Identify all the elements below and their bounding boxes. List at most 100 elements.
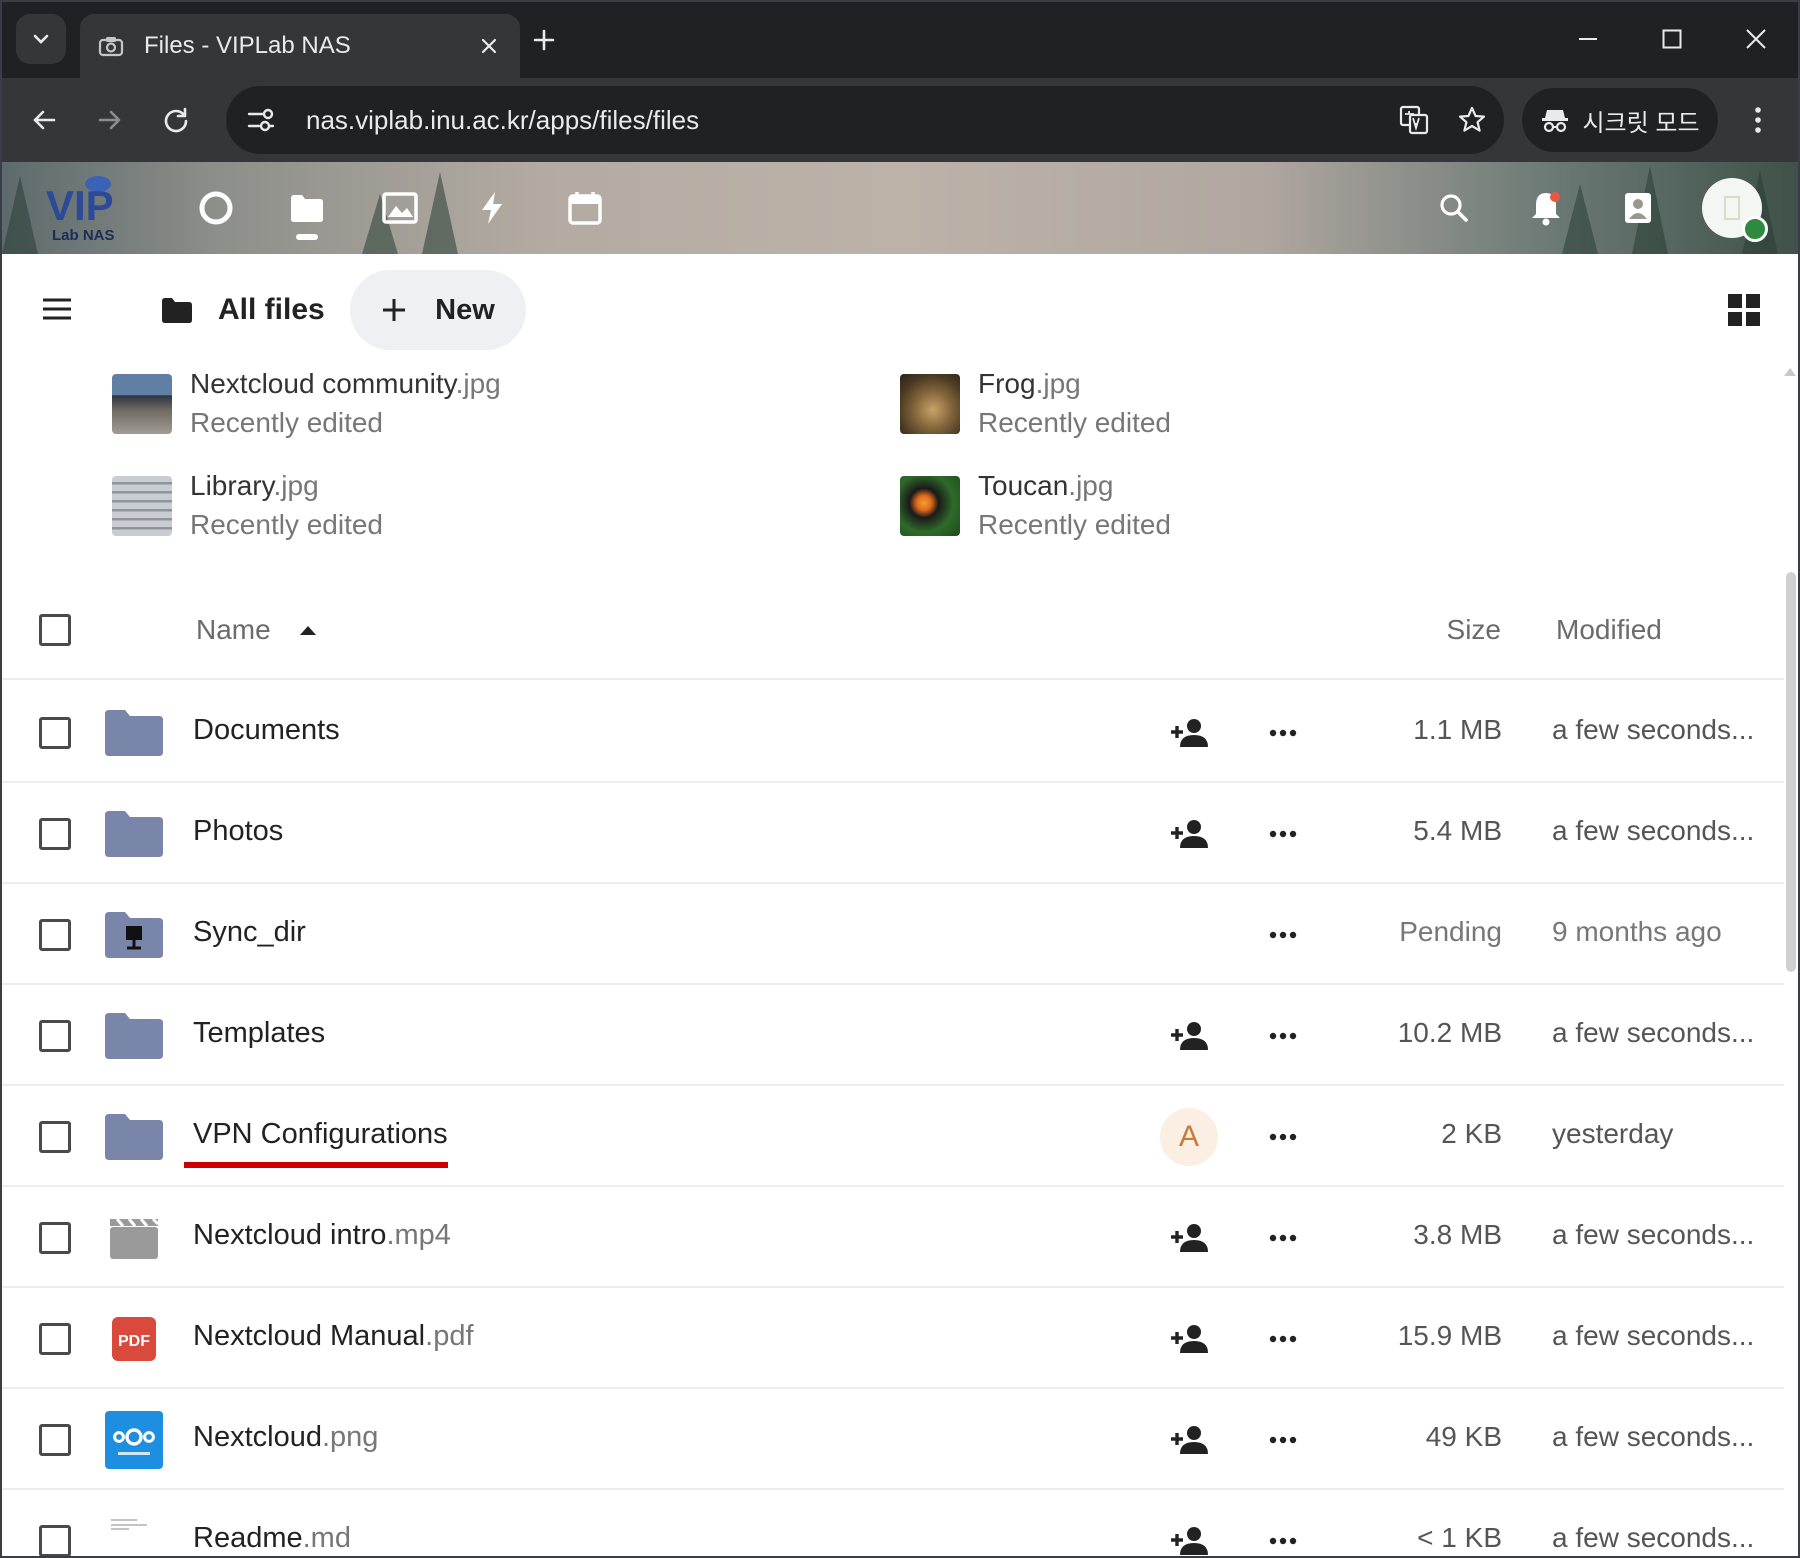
- row-checkbox[interactable]: [39, 919, 71, 951]
- bookmark-star-icon[interactable]: [1446, 94, 1498, 146]
- table-row[interactable]: Photos 5.4 MB a few seconds...: [2, 783, 1784, 884]
- file-name[interactable]: Documents: [193, 714, 340, 747]
- row-checkbox[interactable]: [39, 1020, 71, 1052]
- column-modified-label[interactable]: Modified: [1556, 614, 1662, 646]
- more-actions-icon[interactable]: [1260, 710, 1306, 756]
- calendar-icon[interactable]: [557, 180, 613, 236]
- grid-view-icon: [1728, 294, 1760, 326]
- share-icon[interactable]: [1166, 1417, 1212, 1463]
- column-size-label[interactable]: Size: [1447, 614, 1501, 646]
- table-row[interactable]: Sync_dir Pending 9 months ago: [2, 884, 1784, 985]
- back-button[interactable]: [20, 96, 68, 144]
- arrow-left-icon: [33, 110, 56, 130]
- new-button[interactable]: New: [350, 270, 526, 350]
- incognito-indicator[interactable]: 시크릿 모드: [1522, 88, 1718, 152]
- share-icon[interactable]: [1166, 1013, 1212, 1059]
- sort-by-name-button[interactable]: Name: [196, 614, 317, 646]
- more-actions-icon[interactable]: [1260, 1013, 1306, 1059]
- maximize-button[interactable]: [1642, 16, 1702, 62]
- more-actions-icon[interactable]: [1260, 1114, 1306, 1160]
- scroll-up-arrow[interactable]: [1784, 368, 1796, 376]
- breadcrumb-all-files: All files: [218, 293, 325, 326]
- more-actions-icon[interactable]: [1260, 1316, 1306, 1362]
- breadcrumb[interactable]: All files: [160, 274, 325, 346]
- file-name[interactable]: Templates: [193, 1017, 325, 1050]
- tab-search-button[interactable]: [16, 14, 66, 64]
- browser-tab[interactable]: Files - VIPLab NAS: [80, 14, 520, 78]
- address-bar[interactable]: nas.viplab.inu.ac.kr/apps/files/files: [226, 86, 1504, 154]
- table-row[interactable]: Readme.md < 1 KB a few seconds...: [2, 1490, 1784, 1556]
- recent-file-item[interactable]: Toucan.jpg Recently edited: [900, 460, 1600, 552]
- row-checkbox[interactable]: [39, 1525, 71, 1556]
- select-all-checkbox[interactable]: [39, 614, 71, 646]
- share-icon[interactable]: [1166, 710, 1212, 756]
- reload-button[interactable]: [152, 96, 200, 144]
- forward-button[interactable]: [86, 96, 134, 144]
- more-actions-icon[interactable]: [1260, 912, 1306, 958]
- more-actions-icon[interactable]: [1260, 1518, 1306, 1556]
- dashboard-icon[interactable]: [188, 180, 244, 236]
- file-name[interactable]: Nextcloud Manual.pdf: [193, 1320, 474, 1353]
- table-row[interactable]: Nextcloud.png 49 KB a few seconds...: [2, 1389, 1784, 1490]
- row-checkbox[interactable]: [39, 1121, 71, 1153]
- new-tab-button[interactable]: [522, 18, 566, 62]
- more-actions-icon[interactable]: [1260, 1417, 1306, 1463]
- notifications-icon[interactable]: [1518, 180, 1574, 236]
- more-actions-icon[interactable]: [1260, 811, 1306, 857]
- recent-file-name: Frog.jpg: [978, 368, 1081, 399]
- text-file-icon: [102, 1514, 166, 1556]
- tab-title: Files - VIPLab NAS: [144, 32, 351, 59]
- recent-file-item[interactable]: Frog.jpg Recently edited: [900, 358, 1600, 450]
- more-actions-icon[interactable]: [1260, 1215, 1306, 1261]
- share-icon[interactable]: [1166, 1215, 1212, 1261]
- row-checkbox[interactable]: [39, 818, 71, 850]
- contacts-icon[interactable]: [1610, 180, 1666, 236]
- recent-file-name: Toucan.jpg: [978, 470, 1114, 501]
- row-checkbox[interactable]: [39, 717, 71, 749]
- search-icon[interactable]: [1426, 180, 1482, 236]
- table-row[interactable]: Nextcloud intro.mp4 3.8 MB a few seconds…: [2, 1187, 1784, 1288]
- navigation-toggle-button[interactable]: [32, 284, 82, 334]
- file-name[interactable]: Nextcloud intro.mp4: [193, 1219, 451, 1252]
- close-window-button[interactable]: [1726, 16, 1786, 62]
- file-name[interactable]: Nextcloud.png: [193, 1421, 378, 1454]
- arrow-right-icon: [98, 110, 121, 130]
- file-name[interactable]: Sync_dir: [193, 916, 306, 949]
- share-icon[interactable]: [1166, 1316, 1212, 1362]
- table-row[interactable]: Documents 1.1 MB a few seconds...: [2, 682, 1784, 783]
- file-name[interactable]: VPN Configurations: [193, 1118, 448, 1151]
- scrollbar-thumb[interactable]: [1786, 572, 1796, 972]
- logo[interactable]: VIP Lab NAS: [44, 170, 142, 246]
- table-row[interactable]: PDF Nextcloud Manual.pdf 15.9 MB a few s…: [2, 1288, 1784, 1389]
- file-modified: a few seconds...: [1552, 1219, 1755, 1250]
- file-modified: a few seconds...: [1552, 1017, 1755, 1048]
- row-checkbox[interactable]: [39, 1424, 71, 1456]
- activity-icon[interactable]: [464, 180, 520, 236]
- minimize-button[interactable]: [1558, 16, 1618, 62]
- file-size: 2 KB: [1441, 1118, 1502, 1149]
- status-online-indicator: [1742, 216, 1768, 242]
- recent-file-name: Library.jpg: [190, 470, 319, 501]
- grid-view-toggle[interactable]: [1722, 288, 1766, 332]
- table-row[interactable]: VPN Configurations A 2 KB yesterday: [2, 1086, 1784, 1187]
- chevron-down-icon: [33, 34, 49, 44]
- shared-with-avatar[interactable]: A: [1160, 1108, 1218, 1166]
- close-icon: [1746, 29, 1766, 49]
- translate-icon[interactable]: [1388, 94, 1440, 146]
- close-icon[interactable]: [476, 33, 502, 59]
- recent-file-item[interactable]: Nextcloud community.jpg Recently edited: [112, 358, 812, 450]
- files-icon[interactable]: [279, 180, 335, 236]
- browser-menu-button[interactable]: [1734, 96, 1782, 144]
- share-icon[interactable]: [1166, 811, 1212, 857]
- table-row[interactable]: Templates 10.2 MB a few seconds...: [2, 985, 1784, 1086]
- row-checkbox[interactable]: [39, 1323, 71, 1355]
- file-name[interactable]: Photos: [193, 815, 283, 848]
- url-text: nas.viplab.inu.ac.kr/apps/files/files: [306, 104, 700, 135]
- file-size: 5.4 MB: [1413, 815, 1502, 846]
- photos-icon[interactable]: [372, 180, 428, 236]
- share-icon[interactable]: [1166, 1518, 1212, 1556]
- file-name[interactable]: Readme.md: [193, 1522, 351, 1555]
- site-info-icon[interactable]: [234, 93, 288, 147]
- recent-file-item[interactable]: Library.jpg Recently edited: [112, 460, 812, 552]
- row-checkbox[interactable]: [39, 1222, 71, 1254]
